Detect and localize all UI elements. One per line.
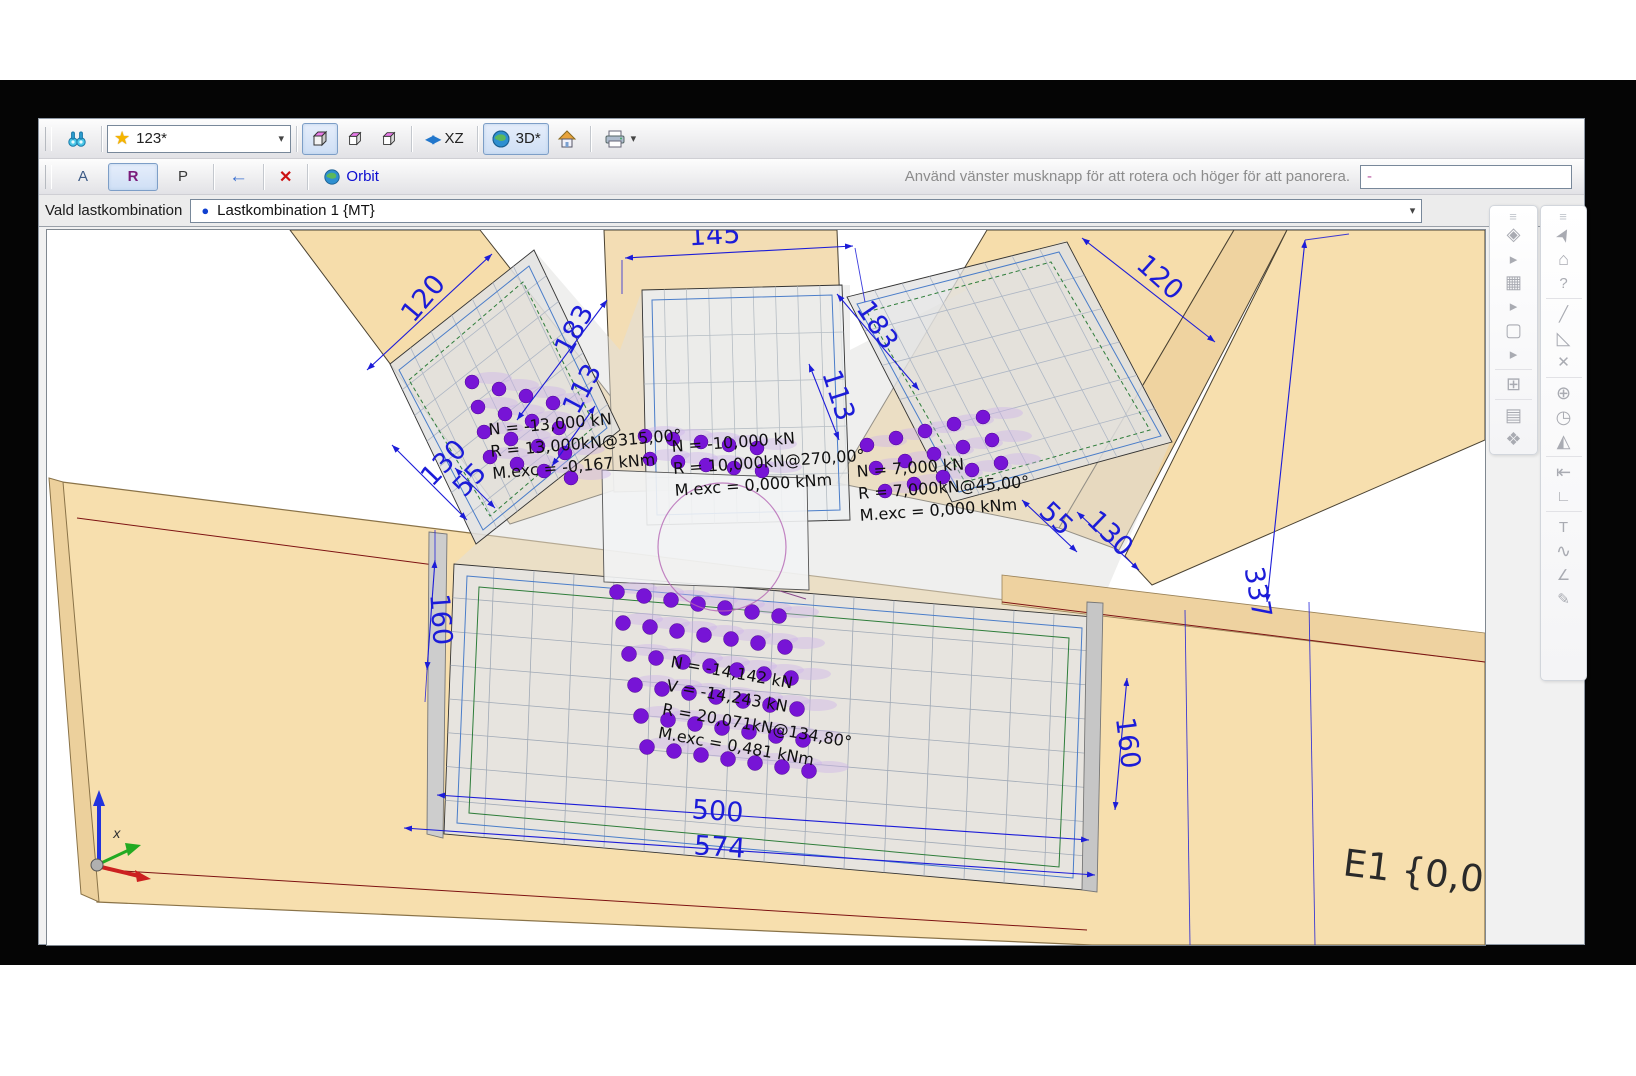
separator (477, 126, 478, 152)
display-tools-palette: ≡◈▸▦▸▢▸⊞▤❖ (1489, 205, 1538, 455)
main-toolbar: ★ 123* ▾ ◀▶ XZ (39, 119, 1584, 159)
status-field[interactable]: - (1360, 165, 1572, 189)
hatch-pattern-icon[interactable]: ▦ (1490, 271, 1537, 295)
view-a-button[interactable]: A (58, 163, 108, 191)
svg-text:x: x (112, 827, 121, 842)
xz-arrows-icon: ◀▶ (425, 132, 439, 146)
grip-icon[interactable]: ≡ (1509, 209, 1518, 223)
separator (307, 164, 308, 190)
cube-icon (346, 130, 364, 148)
slot-strip-left[interactable] (427, 532, 447, 838)
globe-icon (323, 168, 341, 186)
measure-tools-palette: ≡➤⌂?╱◺✕⊕◷◭⇤∟T∿∠✎ (1540, 205, 1587, 681)
mouse-hint-text: Använd vänster musknapp för att rotera o… (905, 168, 1350, 185)
measure-query-icon[interactable]: ? (1541, 271, 1586, 295)
app-window: ★ 123* ▾ ◀▶ XZ (38, 118, 1585, 945)
find-button[interactable] (58, 123, 96, 155)
view-3d-button[interactable]: 3D* (483, 123, 549, 155)
chevron-down-icon[interactable]: ▾ (1410, 204, 1416, 217)
view-cube-wire-button[interactable] (338, 123, 372, 155)
data-table-icon[interactable]: ⊞ (1490, 373, 1537, 397)
bullet-icon: ● (201, 203, 209, 218)
leader-tool-icon[interactable]: ✎ (1541, 587, 1586, 611)
dimension-label: 160 (1109, 715, 1146, 770)
expand-more-icon[interactable]: ▸ (1490, 294, 1537, 318)
circle-radius-icon[interactable]: ◷ (1541, 405, 1586, 429)
load-combination-row: Vald lastkombination ● Lastkombination 1… (39, 195, 1584, 227)
dimension-label: 145 (688, 230, 741, 252)
separator (101, 126, 102, 152)
separator (411, 126, 412, 152)
dimension-label: 160 (423, 593, 458, 647)
view-p-button[interactable]: P (158, 163, 208, 191)
separator (590, 126, 591, 152)
text-tool-icon[interactable]: T (1541, 515, 1586, 539)
xz-plane-button[interactable]: ◀▶ XZ (417, 123, 472, 155)
expand-more-icon[interactable]: ▸ (1490, 247, 1537, 271)
components-icon[interactable]: ❖ (1490, 427, 1537, 451)
view-cube-solid-button[interactable] (302, 123, 338, 155)
3d-viewport[interactable]: 1451201831131831131201305555130337160160… (46, 229, 1486, 946)
view-r-button[interactable]: R (108, 163, 158, 191)
separator (1495, 369, 1533, 370)
view-options-icon[interactable]: ◈ (1490, 223, 1537, 247)
separator (1546, 298, 1582, 299)
orbit-label: Orbit (346, 168, 379, 185)
binoculars-icon (66, 129, 88, 149)
favorite-star-icon: ★ (114, 128, 130, 149)
chevron-down-icon[interactable]: ▾ (631, 132, 637, 145)
separator (1495, 399, 1533, 400)
spline-tool-icon[interactable]: ∿ (1541, 539, 1586, 563)
separator (1546, 377, 1582, 378)
separator (1546, 456, 1582, 457)
favorites-value: 123* (136, 130, 167, 147)
view-toolbar: A R P ← ✕ Orbit Använd vänster musknapp … (39, 159, 1584, 195)
cube-icon (380, 130, 398, 148)
expand-more-icon[interactable]: ▸ (1490, 342, 1537, 366)
load-combination-label: Vald lastkombination (45, 202, 182, 219)
xz-label: XZ (444, 130, 463, 147)
home-icon (557, 129, 577, 149)
load-combination-select[interactable]: ● Lastkombination 1 {MT} ▾ (190, 199, 1422, 223)
back-button[interactable]: ← (219, 163, 258, 191)
cube-icon (310, 129, 330, 149)
section-view-icon[interactable]: ▤ (1490, 403, 1537, 427)
circle-diameter-icon[interactable]: ⊕ (1541, 381, 1586, 405)
angle-tool-icon[interactable]: ∠ (1541, 563, 1586, 587)
circle-tangent-icon[interactable]: ◭ (1541, 429, 1586, 453)
globe-icon (491, 129, 511, 149)
close-view-button[interactable]: ✕ (269, 163, 302, 191)
dimension-label: 500 (691, 794, 745, 829)
load-combination-value: Lastkombination 1 {MT} (217, 202, 375, 219)
toolbar-grip[interactable] (45, 165, 52, 189)
line-tool-icon[interactable]: ╱ (1541, 302, 1586, 326)
intersect-tool-icon[interactable]: ✕ (1541, 350, 1586, 374)
selection-region-icon[interactable]: ▢ (1490, 318, 1537, 342)
print-button[interactable]: ▾ (596, 123, 645, 155)
model-svg: 1451201831131831131201305555130337160160… (47, 230, 1485, 945)
view-cube-hidden-button[interactable] (372, 123, 406, 155)
separator (263, 164, 264, 190)
plane-tool-icon[interactable]: ◺ (1541, 326, 1586, 350)
favorites-combo[interactable]: ★ 123* ▾ (107, 125, 291, 153)
threed-label: 3D* (516, 130, 541, 147)
printer-icon (604, 129, 626, 149)
chevron-down-icon[interactable]: ▾ (278, 132, 284, 145)
home-view-button[interactable] (549, 123, 585, 155)
separator (1546, 511, 1582, 512)
orbit-button[interactable]: Orbit (313, 163, 389, 191)
linear-dimension-icon[interactable]: ⇤ (1541, 460, 1586, 484)
separator (213, 164, 214, 190)
angular-dimension-icon[interactable]: ∟ (1541, 484, 1586, 508)
dimension-label: 574 (693, 830, 747, 865)
separator (296, 126, 297, 152)
toolbar-grip[interactable] (45, 127, 52, 151)
